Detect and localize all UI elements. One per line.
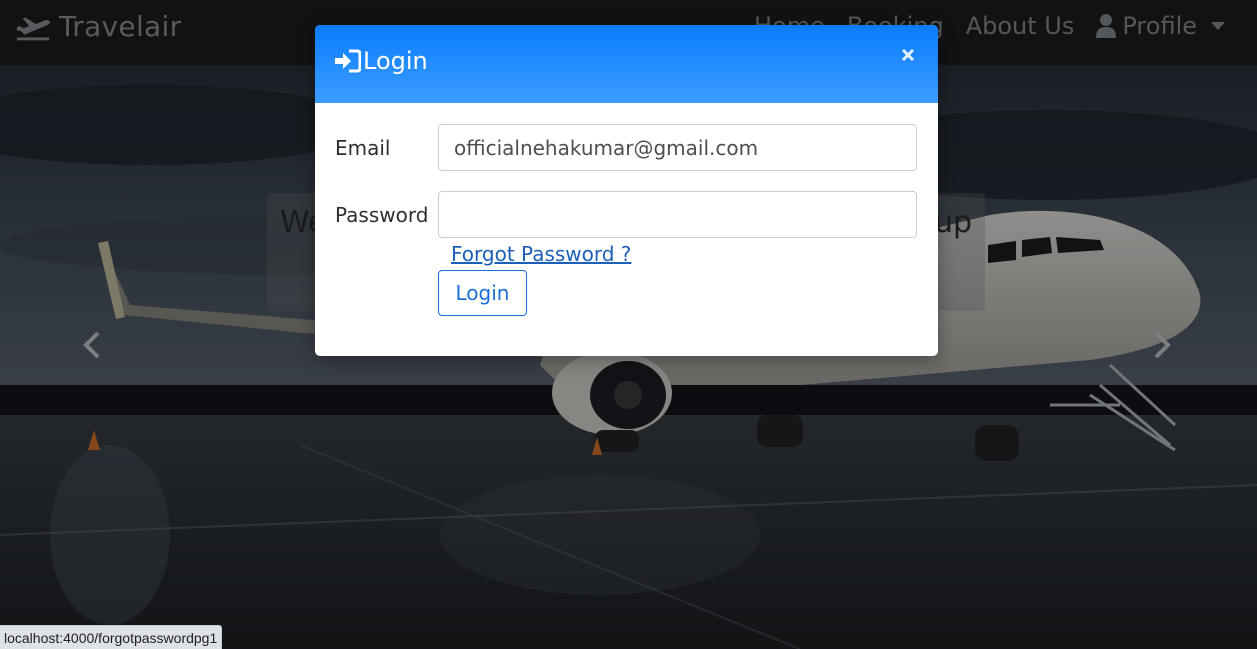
modal-title-text: Login [363, 47, 428, 75]
browser-status-url: localhost:4000/forgotpasswordpg1 [0, 625, 223, 649]
password-row: Password [335, 191, 917, 238]
modal-header: Login [315, 25, 938, 103]
login-button[interactable]: Login [438, 270, 527, 316]
forgot-password-link[interactable]: Forgot Password ? [451, 242, 631, 266]
email-row: Email [335, 124, 917, 171]
login-modal: Login Email Password Forgot Password ? L… [315, 25, 938, 356]
close-icon[interactable] [900, 47, 916, 63]
modal-title: Login [335, 47, 428, 75]
password-label: Password [335, 202, 429, 227]
email-label: Email [335, 135, 391, 160]
email-field[interactable] [438, 124, 917, 171]
password-field[interactable] [438, 191, 917, 238]
sign-in-icon [335, 49, 361, 73]
